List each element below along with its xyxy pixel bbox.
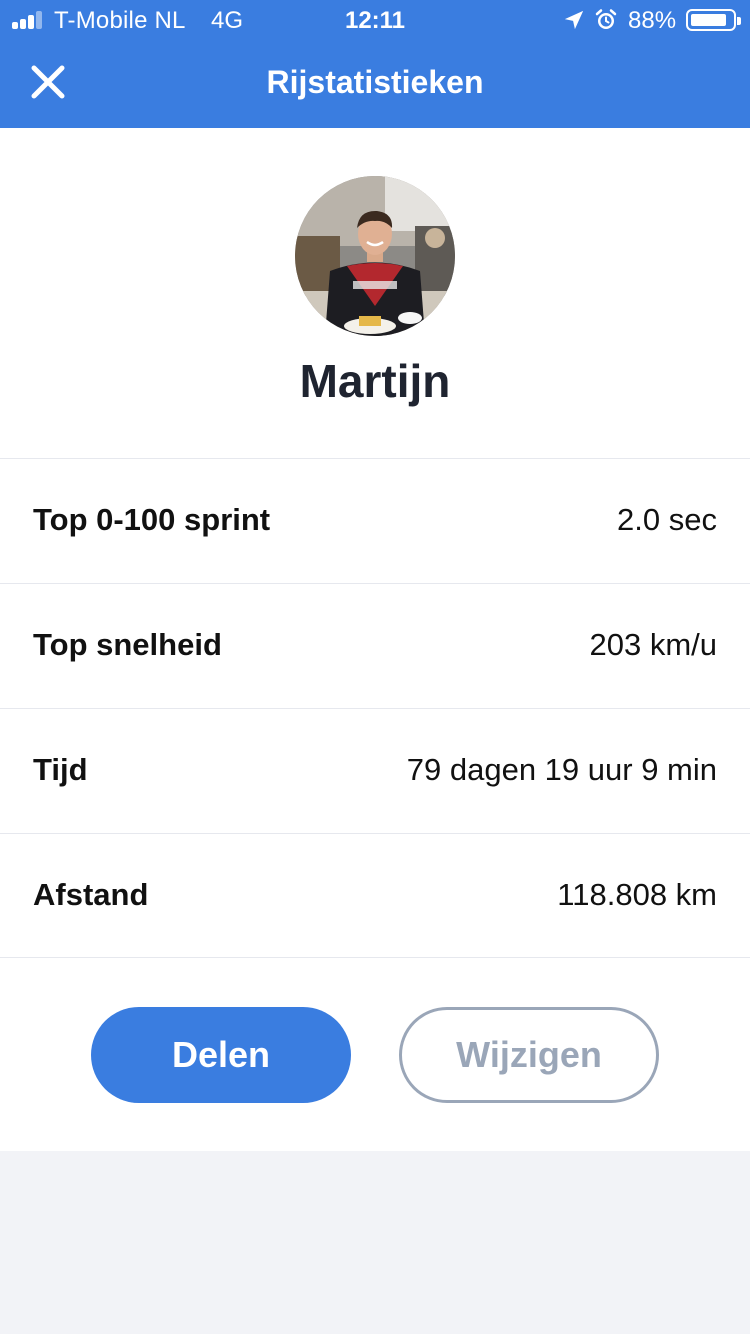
alarm-clock-icon xyxy=(595,9,617,29)
battery-percentage: 88% xyxy=(628,7,677,34)
stat-label: Afstand xyxy=(33,877,149,912)
stat-label: Top 0-100 sprint xyxy=(33,502,271,537)
navigation-bar: Rijstatistieken xyxy=(0,40,750,128)
location-arrow-icon xyxy=(564,10,584,30)
stat-row-top-speed: Top snelheid 203 km/u xyxy=(0,583,750,708)
stats-card: Martijn Top 0-100 sprint 2.0 sec Top sne… xyxy=(0,128,750,1151)
avatar xyxy=(295,176,455,336)
battery-icon xyxy=(686,9,741,31)
stats-list: Top 0-100 sprint 2.0 sec Top snelheid 20… xyxy=(0,458,750,958)
profile-photo xyxy=(295,176,455,336)
top-bar: T-Mobile NL 4G 12:11 88% Rijstatistieken xyxy=(0,0,750,128)
stat-value: 203 km/u xyxy=(589,627,717,662)
profile-name: Martijn xyxy=(299,355,451,407)
stat-value: 2.0 sec xyxy=(617,502,717,537)
stat-value: 118.808 km xyxy=(557,877,717,912)
stat-row-sprint: Top 0-100 sprint 2.0 sec xyxy=(0,458,750,583)
status-bar: T-Mobile NL 4G 12:11 88% xyxy=(0,0,750,40)
stat-label: Tijd xyxy=(33,752,88,787)
page-title: Rijstatistieken xyxy=(266,64,484,100)
stat-row-time: Tijd 79 dagen 19 uur 9 min xyxy=(0,708,750,833)
stat-label: Top snelheid xyxy=(33,627,222,662)
stat-value: 79 dagen 19 uur 9 min xyxy=(406,752,717,787)
share-button[interactable]: Delen xyxy=(91,1007,351,1103)
stat-row-distance: Afstand 118.808 km xyxy=(0,833,750,958)
edit-button[interactable]: Wijzigen xyxy=(399,1007,659,1103)
